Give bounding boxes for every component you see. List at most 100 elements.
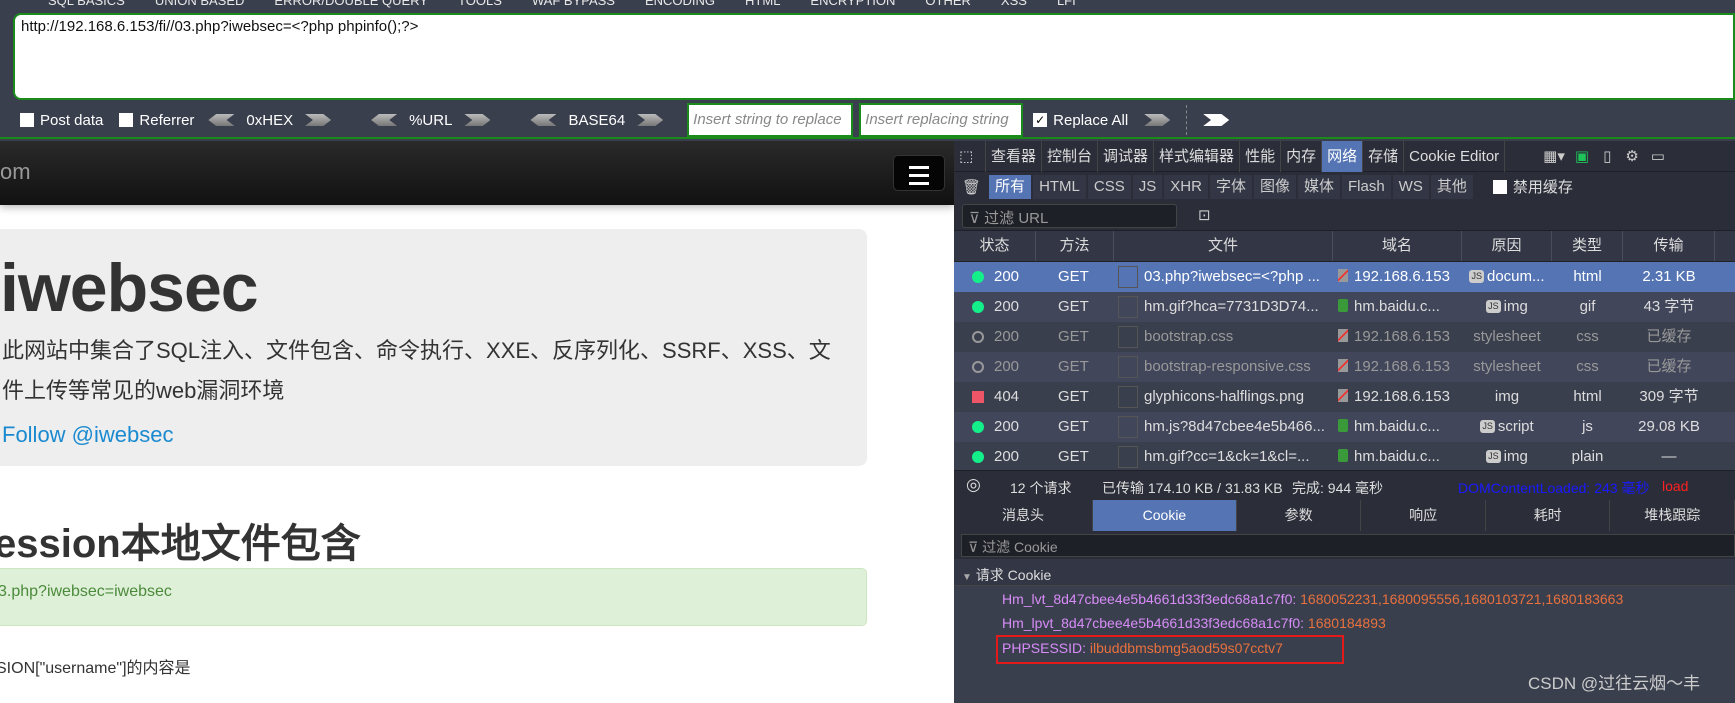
col-cause[interactable]: 原因: [1462, 231, 1552, 261]
filter-images[interactable]: 图像: [1253, 174, 1296, 199]
alert-text: 3.php?iwebsec=iwebsec: [0, 583, 172, 600]
hex-decode-arrow-icon[interactable]: [208, 114, 235, 126]
request-row[interactable]: 404 GET glyphicons-halflings.png 192.168…: [954, 382, 1735, 412]
js-icon: JS: [1469, 270, 1484, 283]
cookie-filter-input[interactable]: ⊽ 过滤 Cookie: [961, 534, 1735, 557]
request-row[interactable]: 200 GET 03.php?iwebsec=<?php ... 192.168…: [954, 262, 1735, 292]
tab-stack-trace[interactable]: 堆栈跟踪: [1610, 500, 1735, 531]
col-transferred[interactable]: 传输: [1623, 231, 1715, 261]
tab-style-editor[interactable]: 样式编辑器: [1154, 141, 1241, 172]
tab-memory[interactable]: 内存: [1281, 141, 1323, 172]
responsive-design-icon[interactable]: ▯: [1603, 147, 1611, 165]
insecure-lock-icon: [1338, 389, 1348, 402]
follow-link[interactable]: Follow @iwebsec: [2, 422, 174, 448]
hex-encode-arrow-icon[interactable]: [305, 114, 332, 126]
tab-headers[interactable]: 消息头: [954, 500, 1094, 531]
tab-performance[interactable]: 性能: [1240, 141, 1282, 172]
url-filter-input[interactable]: ⊽ 过滤 URL: [962, 204, 1177, 228]
tab-cookie-editor[interactable]: Cookie Editor: [1404, 141, 1506, 172]
performance-analysis-icon[interactable]: ◎: [966, 475, 981, 495]
menu-error-double-query[interactable]: ERROR/DOUBLE QUERY: [274, 0, 428, 8]
split-console-icon[interactable]: ▣: [1575, 147, 1589, 165]
filter-js[interactable]: JS: [1132, 174, 1163, 199]
url-encode-arrow-icon[interactable]: [464, 114, 491, 126]
request-row[interactable]: 200 GET hm.gif?hca=7731D3D74... hm.baidu…: [954, 292, 1735, 322]
referrer-checkbox[interactable]: [119, 113, 134, 127]
disable-cache-checkbox[interactable]: [1492, 179, 1507, 194]
post-data-checkbox[interactable]: [20, 113, 34, 127]
replace-all-checkbox[interactable]: ✓: [1033, 113, 1048, 127]
replacing-string-input[interactable]: Insert replacing string: [859, 103, 1024, 137]
filter-flash[interactable]: Flash: [1341, 174, 1391, 199]
dock-layout-icon[interactable]: ▦▾: [1543, 147, 1565, 165]
menu-xss[interactable]: XSS: [1001, 0, 1027, 8]
replace-arrow-icon[interactable]: [1144, 114, 1171, 126]
tab-storage[interactable]: 存储: [1363, 141, 1405, 172]
tab-response[interactable]: 响应: [1361, 500, 1486, 531]
request-cookie-section[interactable]: ▼ 请求 Cookie: [954, 559, 1735, 586]
filter-css[interactable]: CSS: [1087, 174, 1131, 199]
divider: [1186, 105, 1188, 135]
request-row[interactable]: 200 GET hm.gif?cc=1&ck=1&cl=... hm.baidu…: [954, 442, 1735, 472]
col-type[interactable]: 类型: [1552, 231, 1623, 261]
tab-inspector[interactable]: 查看器: [986, 141, 1043, 172]
tab-cookie[interactable]: Cookie: [1093, 500, 1237, 531]
element-picker-icon[interactable]: ⬚: [954, 141, 986, 172]
url-textarea[interactable]: http://192.168.6.153/fi//03.php?iwebsec=…: [13, 13, 1735, 100]
status-code: 200: [994, 418, 1020, 435]
request-row[interactable]: 200 GET bootstrap.css 192.168.6.153 styl…: [954, 322, 1735, 352]
tab-timings[interactable]: 耗时: [1486, 500, 1611, 531]
tab-network[interactable]: 网络: [1322, 141, 1364, 172]
base64-decode-arrow-icon[interactable]: [530, 114, 557, 126]
js-icon: JS: [1486, 300, 1501, 313]
replace-string-input[interactable]: Insert string to replace: [687, 103, 854, 137]
status-indicator-icon: [972, 331, 984, 343]
request-row[interactable]: 200 GET bootstrap-responsive.css 192.168…: [954, 352, 1735, 382]
url-decode-arrow-icon[interactable]: [371, 114, 398, 126]
col-domain[interactable]: 域名: [1333, 231, 1462, 261]
cause: img: [1494, 388, 1520, 405]
request-row[interactable]: 200 GET hm.js?8d47cbee4e5b466... hm.baid…: [954, 412, 1735, 442]
file-thumbnail-icon: [1118, 416, 1138, 438]
method: GET: [1058, 328, 1089, 345]
transferred: 已缓存: [1646, 328, 1692, 345]
cookie-hm-lvt[interactable]: Hm_lvt_8d47cbee4e5b4661d33f3edc68a1c7f0:…: [1002, 591, 1623, 607]
tab-params[interactable]: 参数: [1237, 500, 1362, 531]
pause-recording-icon[interactable]: ⊡: [1198, 206, 1211, 224]
settings-gear-icon[interactable]: ⚙: [1625, 147, 1638, 165]
menu-union-based[interactable]: UNION BASED: [155, 0, 245, 8]
filter-all[interactable]: 所有: [989, 174, 1032, 199]
col-file[interactable]: 文件: [1114, 231, 1333, 261]
cookie-hm-lpvt[interactable]: Hm_lpvt_8d47cbee4e5b4661d33f3edc68a1c7f0…: [1002, 615, 1386, 631]
tab-console[interactable]: 控制台: [1042, 141, 1099, 172]
file-name: hm.gif?hca=7731D3D74...: [1144, 298, 1319, 315]
filter-html[interactable]: HTML: [1033, 174, 1086, 199]
trash-icon[interactable]: 🗑: [962, 178, 981, 196]
menu-encryption[interactable]: ENCRYPTION: [810, 0, 895, 8]
menu-html[interactable]: HTML: [745, 0, 780, 8]
dock-icon[interactable]: ▭: [1651, 147, 1665, 165]
execute-arrow-icon[interactable]: [1203, 114, 1230, 126]
col-status[interactable]: 状态: [954, 231, 1036, 261]
col-method[interactable]: 方法: [1036, 231, 1114, 261]
cause: stylesheet: [1473, 358, 1541, 375]
filter-fonts[interactable]: 字体: [1209, 174, 1252, 199]
menu-tools[interactable]: TOOLS: [458, 0, 502, 8]
filter-ws[interactable]: WS: [1392, 174, 1429, 199]
domain: hm.baidu.c...: [1354, 298, 1440, 315]
filter-other[interactable]: 其他: [1430, 174, 1473, 199]
menu-lfi[interactable]: LFI: [1057, 0, 1076, 8]
brand-link[interactable]: om: [0, 159, 31, 185]
domain: hm.baidu.c...: [1354, 448, 1440, 465]
filter-media[interactable]: 媒体: [1297, 174, 1340, 199]
hamburger-menu-icon[interactable]: [893, 155, 945, 191]
filter-xhr[interactable]: XHR: [1164, 174, 1208, 199]
collapse-triangle-icon[interactable]: ▼: [962, 572, 972, 583]
menu-sql-basics[interactable]: SQL BASICS: [48, 0, 125, 8]
devtools-tabs: ⬚ 查看器 控制台 调试器 样式编辑器 性能 内存 网络 存储 Cookie E…: [954, 141, 1735, 172]
menu-waf-bypass[interactable]: WAF BYPASS: [532, 0, 615, 8]
base64-encode-arrow-icon[interactable]: [637, 114, 664, 126]
tab-debugger[interactable]: 调试器: [1098, 141, 1155, 172]
menu-other[interactable]: OTHER: [925, 0, 971, 8]
menu-encoding[interactable]: ENCODING: [645, 0, 715, 8]
